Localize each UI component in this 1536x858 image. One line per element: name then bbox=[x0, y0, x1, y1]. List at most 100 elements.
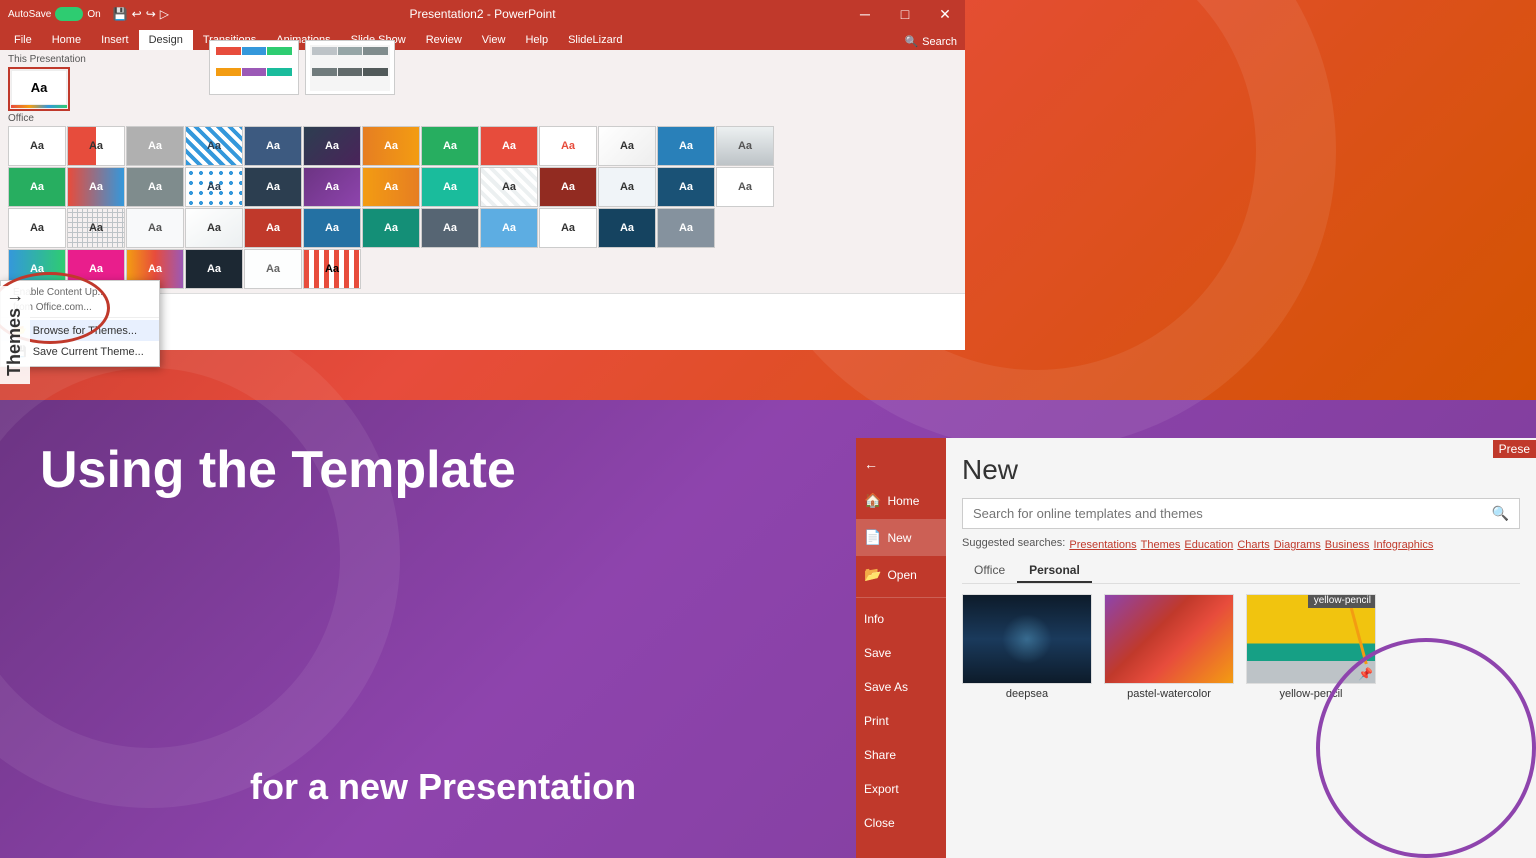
ribbon-tabs: File Home Insert Design Transitions Anim… bbox=[0, 28, 965, 50]
sidebar-item-info[interactable]: Info bbox=[856, 602, 946, 636]
theme-green1[interactable]: Aa bbox=[8, 167, 66, 207]
current-theme-box[interactable]: Aa bbox=[8, 67, 70, 111]
redo-icon[interactable]: ↪ bbox=[146, 7, 156, 21]
template-search-button[interactable]: 🔍 bbox=[1492, 505, 1509, 522]
slide-thumb-2[interactable] bbox=[305, 40, 395, 95]
theme-checked[interactable]: Aa bbox=[480, 167, 538, 207]
sidebar-open-label: Open bbox=[887, 568, 916, 582]
sidebar-item-close[interactable]: Close bbox=[856, 806, 946, 840]
sidebar-print-label: Print bbox=[864, 714, 889, 728]
theme-gray1[interactable]: Aa bbox=[126, 126, 184, 166]
sidebar-separator-1 bbox=[856, 597, 946, 598]
search-icon: 🔍 bbox=[904, 35, 918, 48]
theme-crosshatch[interactable]: Aa bbox=[67, 208, 125, 248]
theme-offwhite[interactable]: Aa bbox=[126, 208, 184, 248]
sidebar-item-new[interactable]: 📄 New bbox=[856, 519, 946, 556]
theme-striped[interactable]: Aa bbox=[185, 126, 243, 166]
slide-thumb-1[interactable] bbox=[209, 40, 299, 95]
tag-charts[interactable]: Charts bbox=[1237, 539, 1269, 551]
slide-thumb-1-inner bbox=[214, 45, 294, 91]
template-thumb-yellow: yellow-pencil 📌 bbox=[1246, 594, 1376, 684]
theme-colorful2[interactable]: Aa bbox=[67, 167, 125, 207]
tab-office[interactable]: Office bbox=[962, 559, 1017, 583]
theme-dark3[interactable]: Aa bbox=[185, 249, 243, 289]
theme-blue2[interactable]: Aa bbox=[657, 126, 715, 166]
sidebar-item-share[interactable]: Share bbox=[856, 738, 946, 772]
theme-multi1[interactable]: Aa bbox=[598, 126, 656, 166]
tab-personal[interactable]: Personal bbox=[1017, 559, 1092, 583]
tab-help[interactable]: Help bbox=[515, 30, 558, 50]
this-pres-label: This Presentation bbox=[8, 54, 86, 65]
theme-dark2[interactable]: Aa bbox=[244, 167, 302, 207]
theme-azure[interactable]: Aa bbox=[480, 208, 538, 248]
sidebar-item-home[interactable]: 🏠 Home bbox=[856, 482, 946, 519]
undo-icon[interactable]: ↩ bbox=[132, 7, 142, 21]
template-search-input[interactable] bbox=[973, 506, 1492, 521]
search-label[interactable]: Search bbox=[922, 36, 957, 48]
window-title: Presentation2 - PowerPoint bbox=[409, 7, 555, 21]
save-icon[interactable]: 💾 bbox=[113, 7, 128, 21]
tag-business[interactable]: Business bbox=[1325, 539, 1370, 551]
theme-colorful1[interactable]: Aa bbox=[67, 126, 125, 166]
theme-stripe2[interactable]: Aa bbox=[303, 249, 361, 289]
sidebar-item-export[interactable]: Export bbox=[856, 772, 946, 806]
tag-education[interactable]: Education bbox=[1184, 539, 1233, 551]
tab-slidelizard[interactable]: SlideLizard bbox=[558, 30, 632, 50]
theme-light1[interactable]: Aa bbox=[598, 167, 656, 207]
template-pastel-watercolor[interactable]: pastel-watercolor bbox=[1104, 594, 1234, 700]
close-button[interactable]: ✕ bbox=[925, 0, 965, 28]
theme-dark1[interactable]: Aa bbox=[303, 126, 361, 166]
theme-blue1[interactable]: Aa bbox=[244, 126, 302, 166]
sidebar-item-save-as[interactable]: Save As bbox=[856, 670, 946, 704]
theme-orange1[interactable]: Aa bbox=[362, 126, 420, 166]
theme-blue3[interactable]: Aa bbox=[303, 208, 361, 248]
present-icon[interactable]: ▷ bbox=[160, 7, 169, 21]
theme-teal2[interactable]: Aa bbox=[362, 208, 420, 248]
theme-plain[interactable]: Aa bbox=[539, 208, 597, 248]
theme-mint1[interactable]: Aa bbox=[421, 167, 479, 207]
theme-darkred[interactable]: Aa bbox=[539, 167, 597, 207]
open-icon: 📂 bbox=[864, 566, 881, 583]
tab-review[interactable]: Review bbox=[416, 30, 472, 50]
theme-navy1[interactable]: Aa bbox=[657, 167, 715, 207]
tab-file[interactable]: File bbox=[4, 30, 42, 50]
tag-infographics[interactable]: Infographics bbox=[1373, 539, 1433, 551]
template-deepsea[interactable]: deepsea bbox=[962, 594, 1092, 700]
theme-navy2[interactable]: Aa bbox=[598, 208, 656, 248]
maximize-button[interactable]: □ bbox=[885, 0, 925, 28]
theme-purple1[interactable]: Aa bbox=[303, 167, 361, 207]
sidebar-item-save[interactable]: Save bbox=[856, 636, 946, 670]
sidebar-back-button[interactable]: ← bbox=[856, 446, 946, 482]
tag-presentations[interactable]: Presentations bbox=[1069, 539, 1136, 551]
prese-label: Prese bbox=[1493, 440, 1536, 458]
theme-red1[interactable]: Aa bbox=[480, 126, 538, 166]
template-yellow-pencil[interactable]: yellow-pencil 📌 yellow-pencil bbox=[1246, 594, 1376, 700]
theme-dots[interactable]: Aa bbox=[185, 167, 243, 207]
theme-scroll[interactable]: Aa bbox=[716, 126, 774, 166]
tag-themes[interactable]: Themes bbox=[1141, 539, 1181, 551]
template-thumb-watercolor bbox=[1104, 594, 1234, 684]
tab-view[interactable]: View bbox=[472, 30, 516, 50]
theme-beige[interactable]: Aa bbox=[244, 249, 302, 289]
autosave-toggle[interactable] bbox=[55, 7, 83, 21]
theme-teal1[interactable]: Aa bbox=[421, 126, 479, 166]
tab-design[interactable]: Design bbox=[139, 30, 193, 50]
theme-red2[interactable]: Aa bbox=[244, 208, 302, 248]
tab-insert[interactable]: Insert bbox=[91, 30, 139, 50]
theme-slate1[interactable]: Aa bbox=[421, 208, 479, 248]
office-themes-section: Office Aa Aa Aa Aa Aa Aa Aa Aa Aa Aa Aa bbox=[8, 113, 774, 289]
sidebar-item-open[interactable]: 📂 Open bbox=[856, 556, 946, 593]
theme-minimal1[interactable]: Aa bbox=[716, 167, 774, 207]
tab-home[interactable]: Home bbox=[42, 30, 91, 50]
theme-white2[interactable]: Aa bbox=[8, 208, 66, 248]
theme-office[interactable]: Aa bbox=[8, 126, 66, 166]
theme-gray2[interactable]: Aa bbox=[126, 167, 184, 207]
sub-title: for a new Presentation bbox=[250, 766, 636, 808]
theme-gray3[interactable]: Aa bbox=[657, 208, 715, 248]
theme-mixed1[interactable]: Aa bbox=[185, 208, 243, 248]
minimize-button[interactable]: ─ bbox=[845, 0, 885, 28]
tag-diagrams[interactable]: Diagrams bbox=[1274, 539, 1321, 551]
sidebar-item-print[interactable]: Print bbox=[856, 704, 946, 738]
theme-white-red[interactable]: Aa bbox=[539, 126, 597, 166]
theme-yellow1[interactable]: Aa bbox=[362, 167, 420, 207]
